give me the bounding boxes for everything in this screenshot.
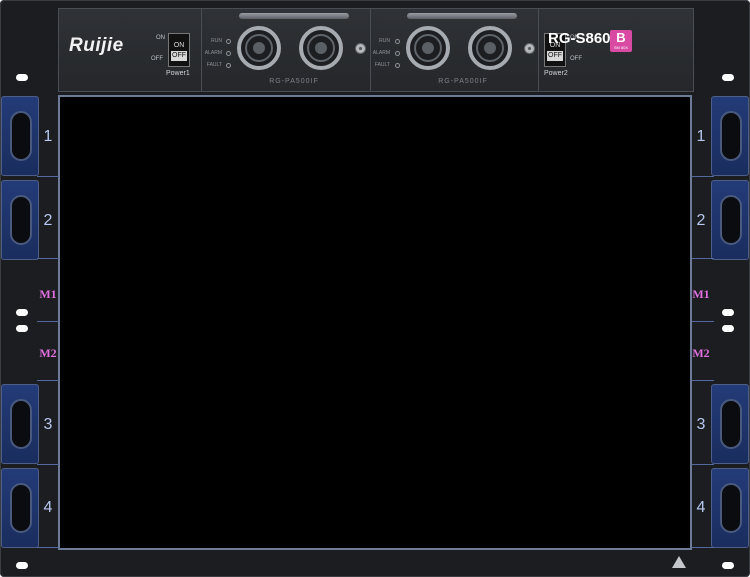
psu2-run-label: RUN — [379, 38, 390, 44]
power1-on-label: ON — [156, 35, 165, 41]
slot-divider — [37, 464, 59, 465]
right-slot-3-ejector[interactable] — [711, 384, 749, 464]
right-slot-4-ejector[interactable] — [711, 468, 749, 548]
switch-chassis: Ruijie ON OFF ON OFF Power1 RUN ALARM FA… — [0, 0, 750, 577]
psu2-fault-label: FAULT — [374, 62, 390, 68]
slot-divider — [692, 321, 714, 322]
left-slot-4-ejector[interactable] — [1, 468, 39, 548]
psu1-run-led — [226, 39, 231, 44]
right-slot-m1-label: M1 — [692, 287, 710, 301]
mount-hole — [16, 309, 28, 316]
esd-warning-icon — [672, 556, 686, 568]
psu2-alarm-label: ALARM — [372, 50, 390, 56]
mount-hole — [722, 74, 734, 81]
power2-off-label: OFF — [570, 56, 582, 62]
handle-grip — [720, 399, 742, 449]
power2-switch-off: OFF — [547, 51, 563, 61]
handle-grip — [720, 483, 742, 533]
slot-divider — [692, 464, 714, 465]
handle-grip — [720, 195, 742, 245]
power2-label: Power2 — [544, 70, 568, 77]
slot-divider — [692, 547, 714, 548]
left-slot-m2-label: M2 — [39, 346, 57, 360]
psu1-fan-icon — [237, 26, 281, 70]
mount-hole — [722, 325, 734, 332]
handle-grip — [720, 111, 742, 161]
right-slot-1-ejector[interactable] — [711, 96, 749, 176]
psu1-run-label: RUN — [211, 38, 222, 44]
badge-subtext: SM 80X — [613, 45, 629, 50]
psu1-handle[interactable] — [239, 13, 349, 19]
handle-grip — [10, 111, 32, 161]
mount-hole — [16, 325, 28, 332]
slot-divider — [692, 258, 714, 259]
psu2-fan-icon — [406, 26, 450, 70]
psu1-fault-led — [226, 63, 231, 68]
slot-divider — [37, 380, 59, 381]
slot-divider — [37, 258, 59, 259]
psu2-handle[interactable] — [407, 13, 517, 19]
left-slot-2-label: 2 — [43, 212, 53, 229]
power1-off-label: OFF — [151, 56, 163, 62]
power1-label: Power1 — [166, 70, 190, 77]
psu1-fan-icon — [299, 26, 343, 70]
power1-switch[interactable]: ON OFF — [168, 33, 190, 67]
handle-grip — [10, 399, 32, 449]
mount-hole — [16, 74, 28, 81]
slot-divider — [37, 547, 59, 548]
psu1-alarm-led — [226, 51, 231, 56]
divider — [538, 9, 539, 91]
psu1-fault-label: FAULT — [206, 62, 222, 68]
left-slot-4-label: 4 — [43, 499, 53, 516]
handle-grip — [10, 483, 32, 533]
left-slot-1-label: 1 — [43, 128, 53, 145]
power1-switch-on: ON — [173, 42, 185, 49]
psu1-model: RG-PA500IF — [269, 78, 319, 85]
screw-icon — [355, 43, 366, 54]
badge-letter: B — [616, 30, 626, 45]
psu2-fan-icon — [468, 26, 512, 70]
slot-divider — [37, 321, 59, 322]
right-slot-m2-label: M2 — [692, 346, 710, 360]
psu2-model: RG-PA500IF — [438, 78, 488, 85]
slot-divider — [692, 176, 714, 177]
model-badge: B SM 80X — [610, 30, 632, 52]
left-slot-3-ejector[interactable] — [1, 384, 39, 464]
left-slot-m1-label: M1 — [39, 287, 57, 301]
right-slot-1-label: 1 — [696, 128, 706, 145]
chassis-view-screen[interactable] — [58, 95, 692, 550]
handle-grip — [10, 195, 32, 245]
psu2-fault-led — [395, 63, 400, 68]
left-slot-1-ejector[interactable] — [1, 96, 39, 176]
left-slot-2-ejector[interactable] — [1, 180, 39, 260]
right-slot-3-label: 3 — [696, 416, 706, 433]
psu2-alarm-led — [395, 51, 400, 56]
left-slot-3-label: 3 — [43, 416, 53, 433]
power1-switch-off: OFF — [171, 51, 187, 61]
right-slot-2-label: 2 — [696, 212, 706, 229]
right-slot-4-label: 4 — [696, 499, 706, 516]
right-slot-2-ejector[interactable] — [711, 180, 749, 260]
model-name: RG-S8606 — [548, 30, 619, 47]
power-supply-panel: Ruijie ON OFF ON OFF Power1 RUN ALARM FA… — [58, 8, 694, 92]
psu2-run-led — [395, 39, 400, 44]
screw-icon — [524, 43, 535, 54]
slot-divider — [692, 380, 714, 381]
slot-divider — [37, 176, 59, 177]
mount-hole — [16, 562, 28, 569]
ruijie-logo: Ruijie — [69, 35, 124, 56]
mount-hole — [722, 562, 734, 569]
psu1-alarm-label: ALARM — [204, 50, 222, 56]
mount-hole — [722, 309, 734, 316]
